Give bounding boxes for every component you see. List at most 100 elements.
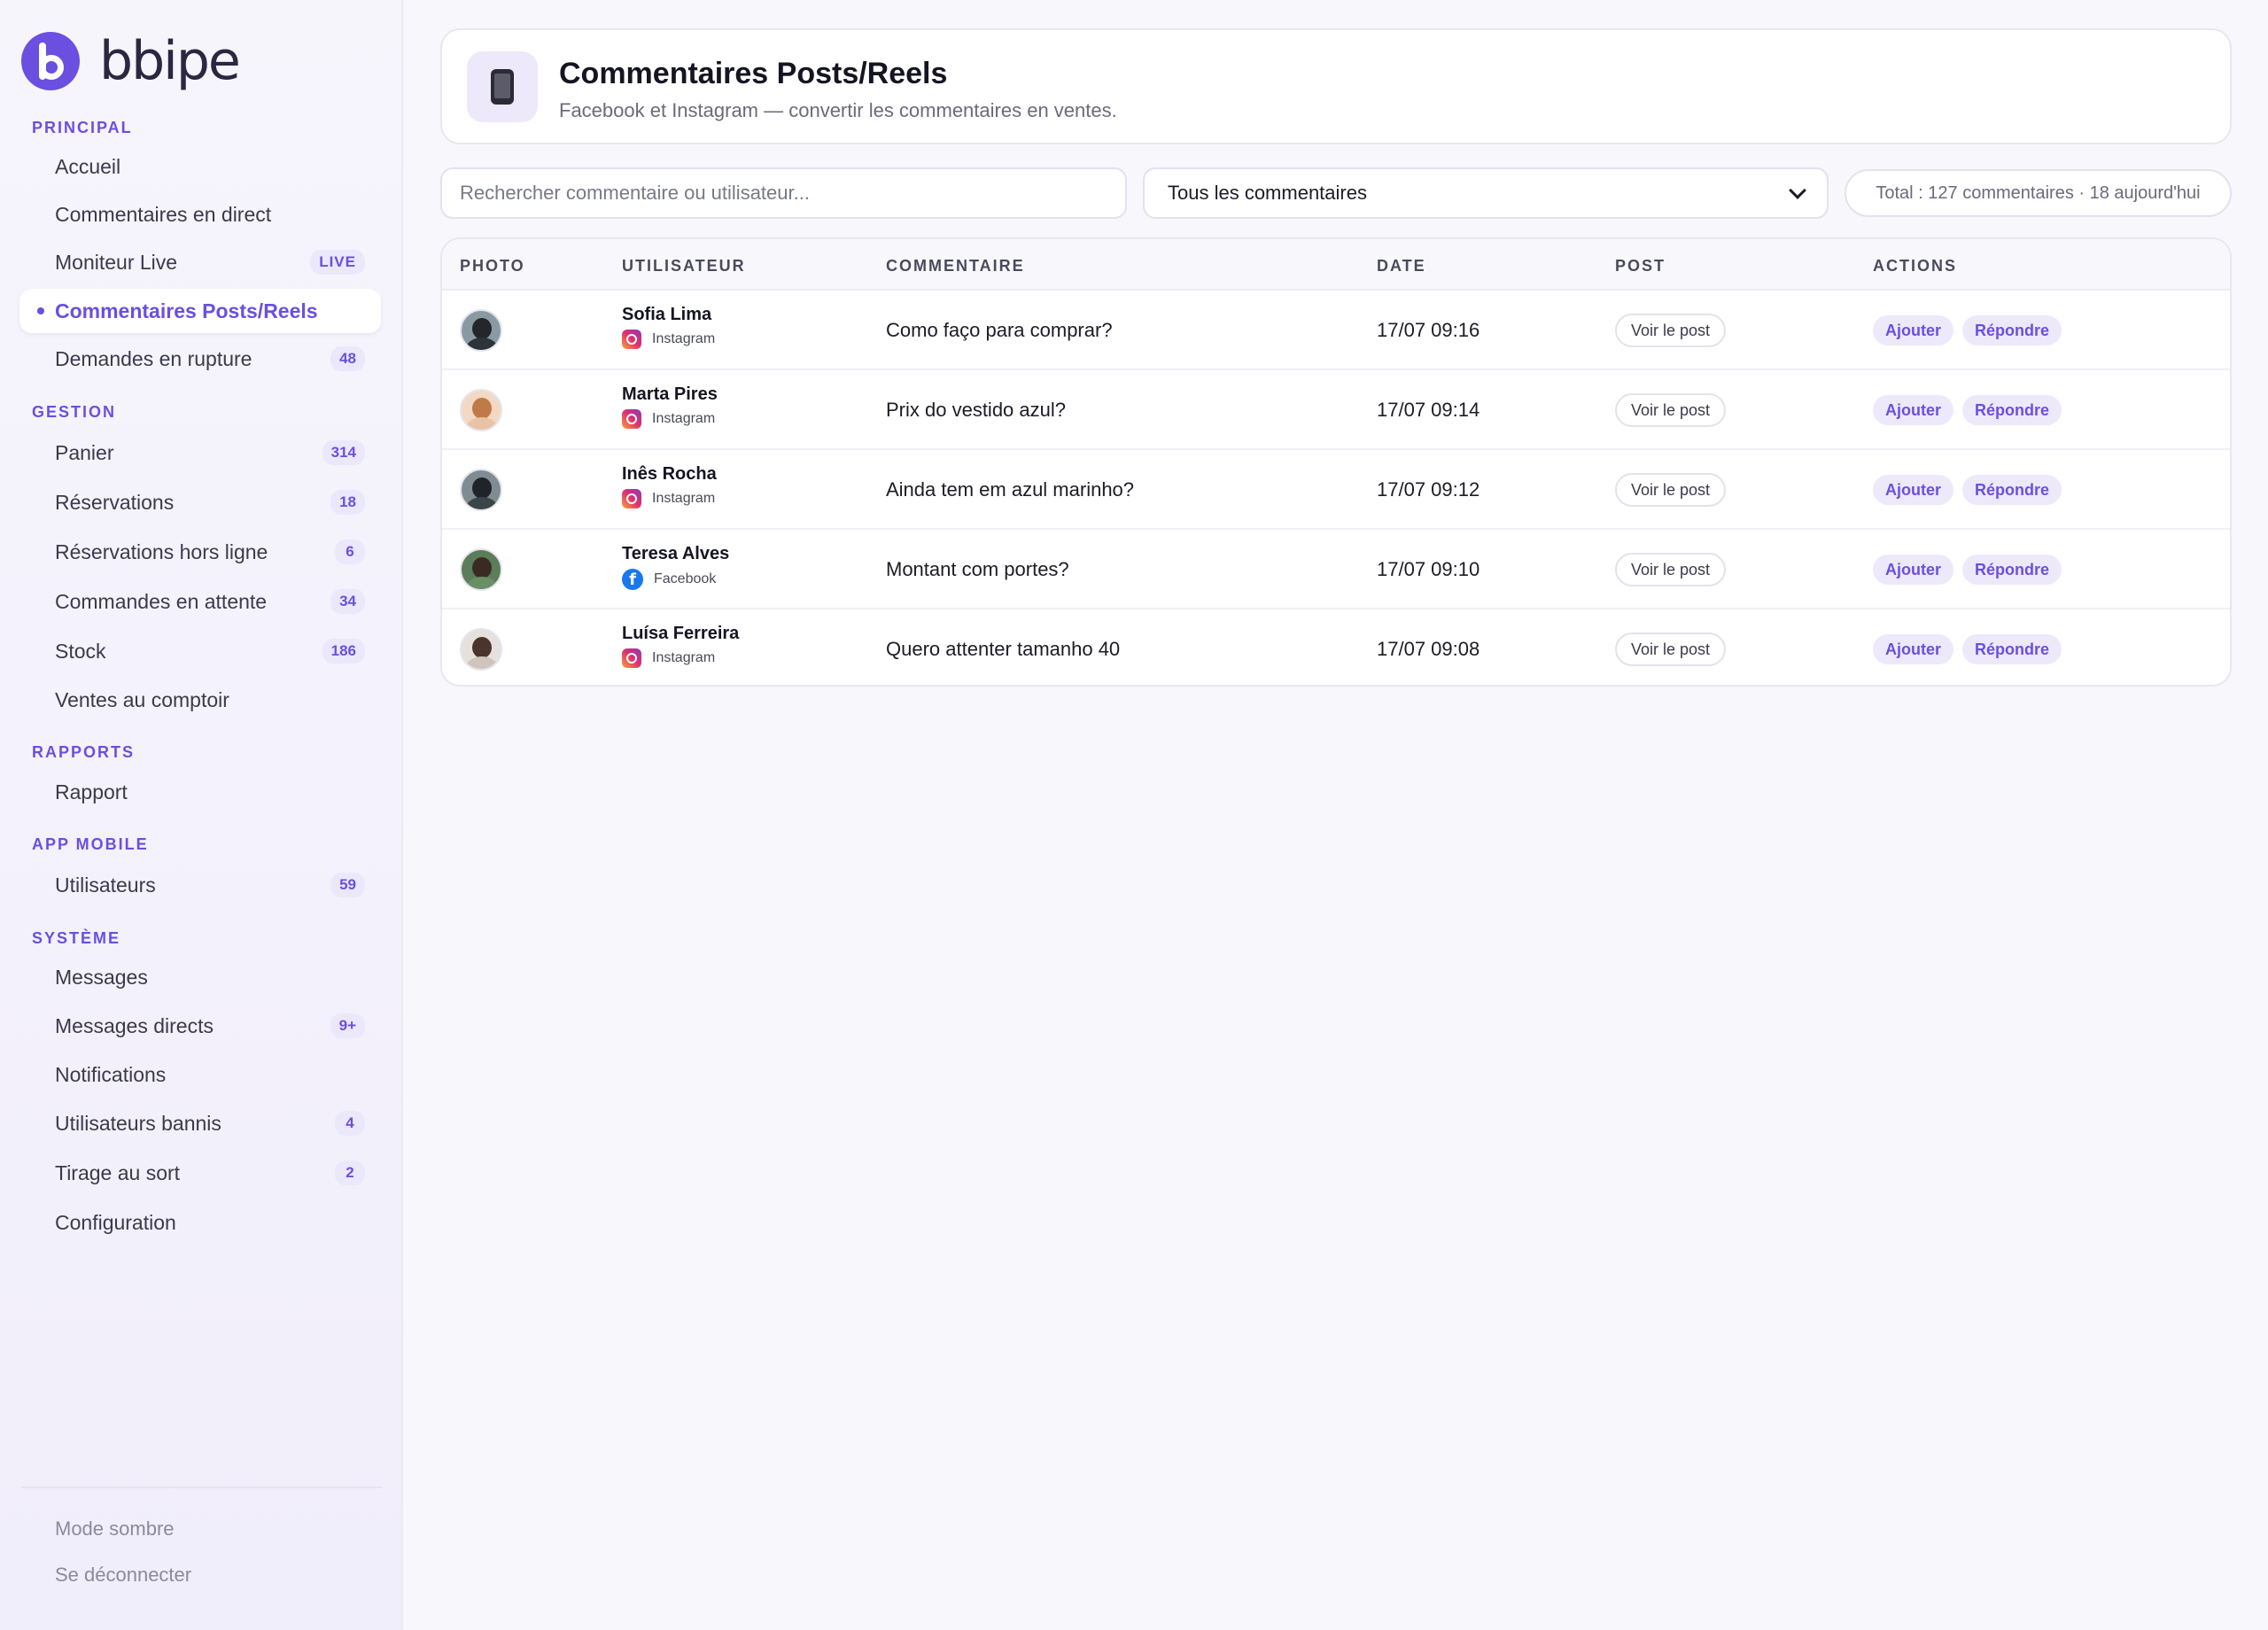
add-button[interactable]: Ajouter (1873, 555, 1953, 585)
view-post-button[interactable]: Voir le post (1615, 473, 1727, 507)
sidebar: bbipe PRINCIPAL Accueil Commentaires en … (0, 0, 403, 1630)
comment-filter-select[interactable]: Tous les commentaires (1143, 167, 1829, 219)
sidebar-item-stock[interactable]: Stock 186 (19, 629, 381, 673)
sidebar-item-moniteur-live[interactable]: Moniteur Live LIVE (19, 240, 381, 284)
column-header-actions: ACTIONS (1873, 257, 1957, 275)
sidebar-item-commentaires-posts-reels[interactable]: Commentaires Posts/Reels (19, 289, 381, 333)
source-label: Instagram (622, 648, 715, 668)
count-badge: 34 (330, 589, 365, 614)
source-label: Instagram (622, 330, 715, 349)
sidebar-item-label: Moniteur Live (55, 250, 178, 274)
sidebar-item-utilisateurs-bannis[interactable]: Utilisateurs bannis 4 (19, 1101, 381, 1145)
source-label: f Facebook (622, 569, 716, 590)
chevron-down-icon (1789, 182, 1806, 199)
sidebar-divider (21, 1486, 383, 1488)
sidebar-item-messages[interactable]: Messages (19, 955, 381, 999)
sidebar-item-panier[interactable]: Panier 314 (19, 431, 381, 475)
comment-text: Prix do vestido azul? (886, 399, 1066, 421)
comment-date: 17/07 09:12 (1377, 478, 1480, 501)
source-name: Instagram (652, 491, 716, 506)
sidebar-item-label: Réservations hors ligne (55, 539, 268, 563)
sidebar-item-label: Notifications (55, 1062, 167, 1086)
dark-mode-toggle[interactable]: Mode sombre (55, 1517, 175, 1541)
sidebar-item-commandes-en-attente[interactable]: Commandes en attente 34 (19, 579, 381, 624)
sidebar-item-reservations-hors-ligne[interactable]: Réservations hors ligne 6 (19, 530, 381, 574)
comment-text: Como faço para comprar? (886, 319, 1113, 341)
logout-button[interactable]: Se déconnecter (55, 1564, 191, 1587)
section-label-principal: PRINCIPAL (32, 119, 133, 136)
section-label-gestion: GESTION (32, 403, 117, 421)
instagram-icon (622, 489, 641, 508)
sidebar-item-label: Utilisateurs (55, 873, 156, 896)
sidebar-item-label: Configuration (55, 1210, 176, 1234)
source-name: Instagram (652, 650, 716, 665)
sidebar-item-configuration[interactable]: Configuration (19, 1200, 381, 1245)
column-header-user: UTILISATEUR (622, 257, 746, 275)
table-row[interactable]: Luísa Ferreira Instagram Quero attenter … (442, 609, 2230, 685)
reply-button[interactable]: Répondre (1962, 395, 2062, 425)
sidebar-item-label: Accueil (55, 154, 121, 178)
source-label: Instagram (622, 489, 715, 508)
add-button[interactable]: Ajouter (1873, 395, 1953, 425)
section-label-systeme: SYSTÈME (32, 929, 121, 947)
sidebar-item-notifications[interactable]: Notifications (19, 1052, 381, 1097)
table-row[interactable]: Marta Pires Instagram Prix do vestido az… (442, 370, 2230, 450)
table-row[interactable]: Sofia Lima Instagram Como faço para comp… (442, 291, 2230, 370)
reply-button[interactable]: Répondre (1962, 475, 2062, 505)
reply-button[interactable]: Répondre (1962, 555, 2062, 585)
count-badge: 6 (335, 539, 365, 564)
avatar (460, 469, 502, 511)
table-row[interactable]: Inês Rocha Instagram Ainda tem em azul m… (442, 450, 2230, 530)
view-post-button[interactable]: Voir le post (1615, 314, 1727, 347)
comment-text: Quero attenter tamanho 40 (886, 638, 1121, 660)
page-header: Commentaires Posts/Reels Facebook et Ins… (440, 28, 2232, 144)
source-label: Instagram (622, 409, 715, 429)
comment-date: 17/07 09:14 (1377, 399, 1480, 421)
column-header-photo: PHOTO (460, 257, 525, 275)
reply-button[interactable]: Répondre (1962, 634, 2062, 664)
sidebar-item-messages-directs[interactable]: Messages directs 9+ (19, 1004, 381, 1048)
active-dot-icon (37, 307, 44, 314)
reply-button[interactable]: Répondre (1962, 315, 2062, 345)
count-badge: 4 (335, 1111, 365, 1136)
filter-selected-value: Tous les commentaires (1168, 182, 1367, 204)
source-name: Instagram (652, 331, 716, 346)
sidebar-item-rapport[interactable]: Rapport (19, 770, 381, 814)
column-header-date: DATE (1377, 257, 1426, 275)
add-button[interactable]: Ajouter (1873, 634, 1953, 664)
sidebar-item-label: Commandes en attente (55, 589, 268, 613)
view-post-button[interactable]: Voir le post (1615, 553, 1727, 586)
user-name: Inês Rocha (622, 464, 717, 484)
count-badge: 186 (322, 639, 365, 664)
live-badge: LIVE (310, 250, 365, 275)
avatar (460, 548, 502, 591)
brand-logo[interactable]: bbipe (21, 30, 241, 92)
sidebar-item-label: Demandes en rupture (55, 346, 252, 370)
view-post-button[interactable]: Voir le post (1615, 633, 1727, 666)
sidebar-item-reservations[interactable]: Réservations 18 (19, 480, 381, 524)
avatar (460, 309, 502, 352)
sidebar-item-commentaires-en-direct[interactable]: Commentaires en direct (19, 192, 381, 237)
sidebar-item-ventes-au-comptoir[interactable]: Ventes au comptoir (19, 678, 381, 722)
avatar (460, 389, 502, 431)
mobile-phone-icon (467, 51, 538, 122)
sidebar-item-accueil[interactable]: Accueil (19, 144, 381, 189)
view-post-button[interactable]: Voir le post (1615, 393, 1727, 427)
sidebar-item-tirage-au-sort[interactable]: Tirage au sort 2 (19, 1151, 381, 1195)
sidebar-item-label: Réservations (55, 490, 175, 514)
section-label-rapports: RAPPORTS (32, 743, 136, 761)
search-input[interactable] (440, 167, 1127, 219)
sidebar-item-utilisateurs[interactable]: Utilisateurs 59 (19, 863, 381, 907)
logo-mark-icon (21, 32, 80, 90)
sidebar-item-demandes-en-rupture[interactable]: Demandes en rupture 48 (19, 337, 381, 381)
comment-text: Montant com portes? (886, 558, 1069, 580)
table-row[interactable]: Teresa Alves f Facebook Montant com port… (442, 530, 2230, 609)
add-button[interactable]: Ajouter (1873, 475, 1953, 505)
instagram-icon (622, 409, 641, 429)
comment-date: 17/07 09:10 (1377, 558, 1480, 580)
user-name: Sofia Lima (622, 305, 712, 324)
section-label-app-mobile: APP MOBILE (32, 835, 149, 853)
sidebar-item-label: Ventes au comptoir (55, 687, 229, 711)
add-button[interactable]: Ajouter (1873, 315, 1953, 345)
instagram-icon (622, 648, 641, 668)
